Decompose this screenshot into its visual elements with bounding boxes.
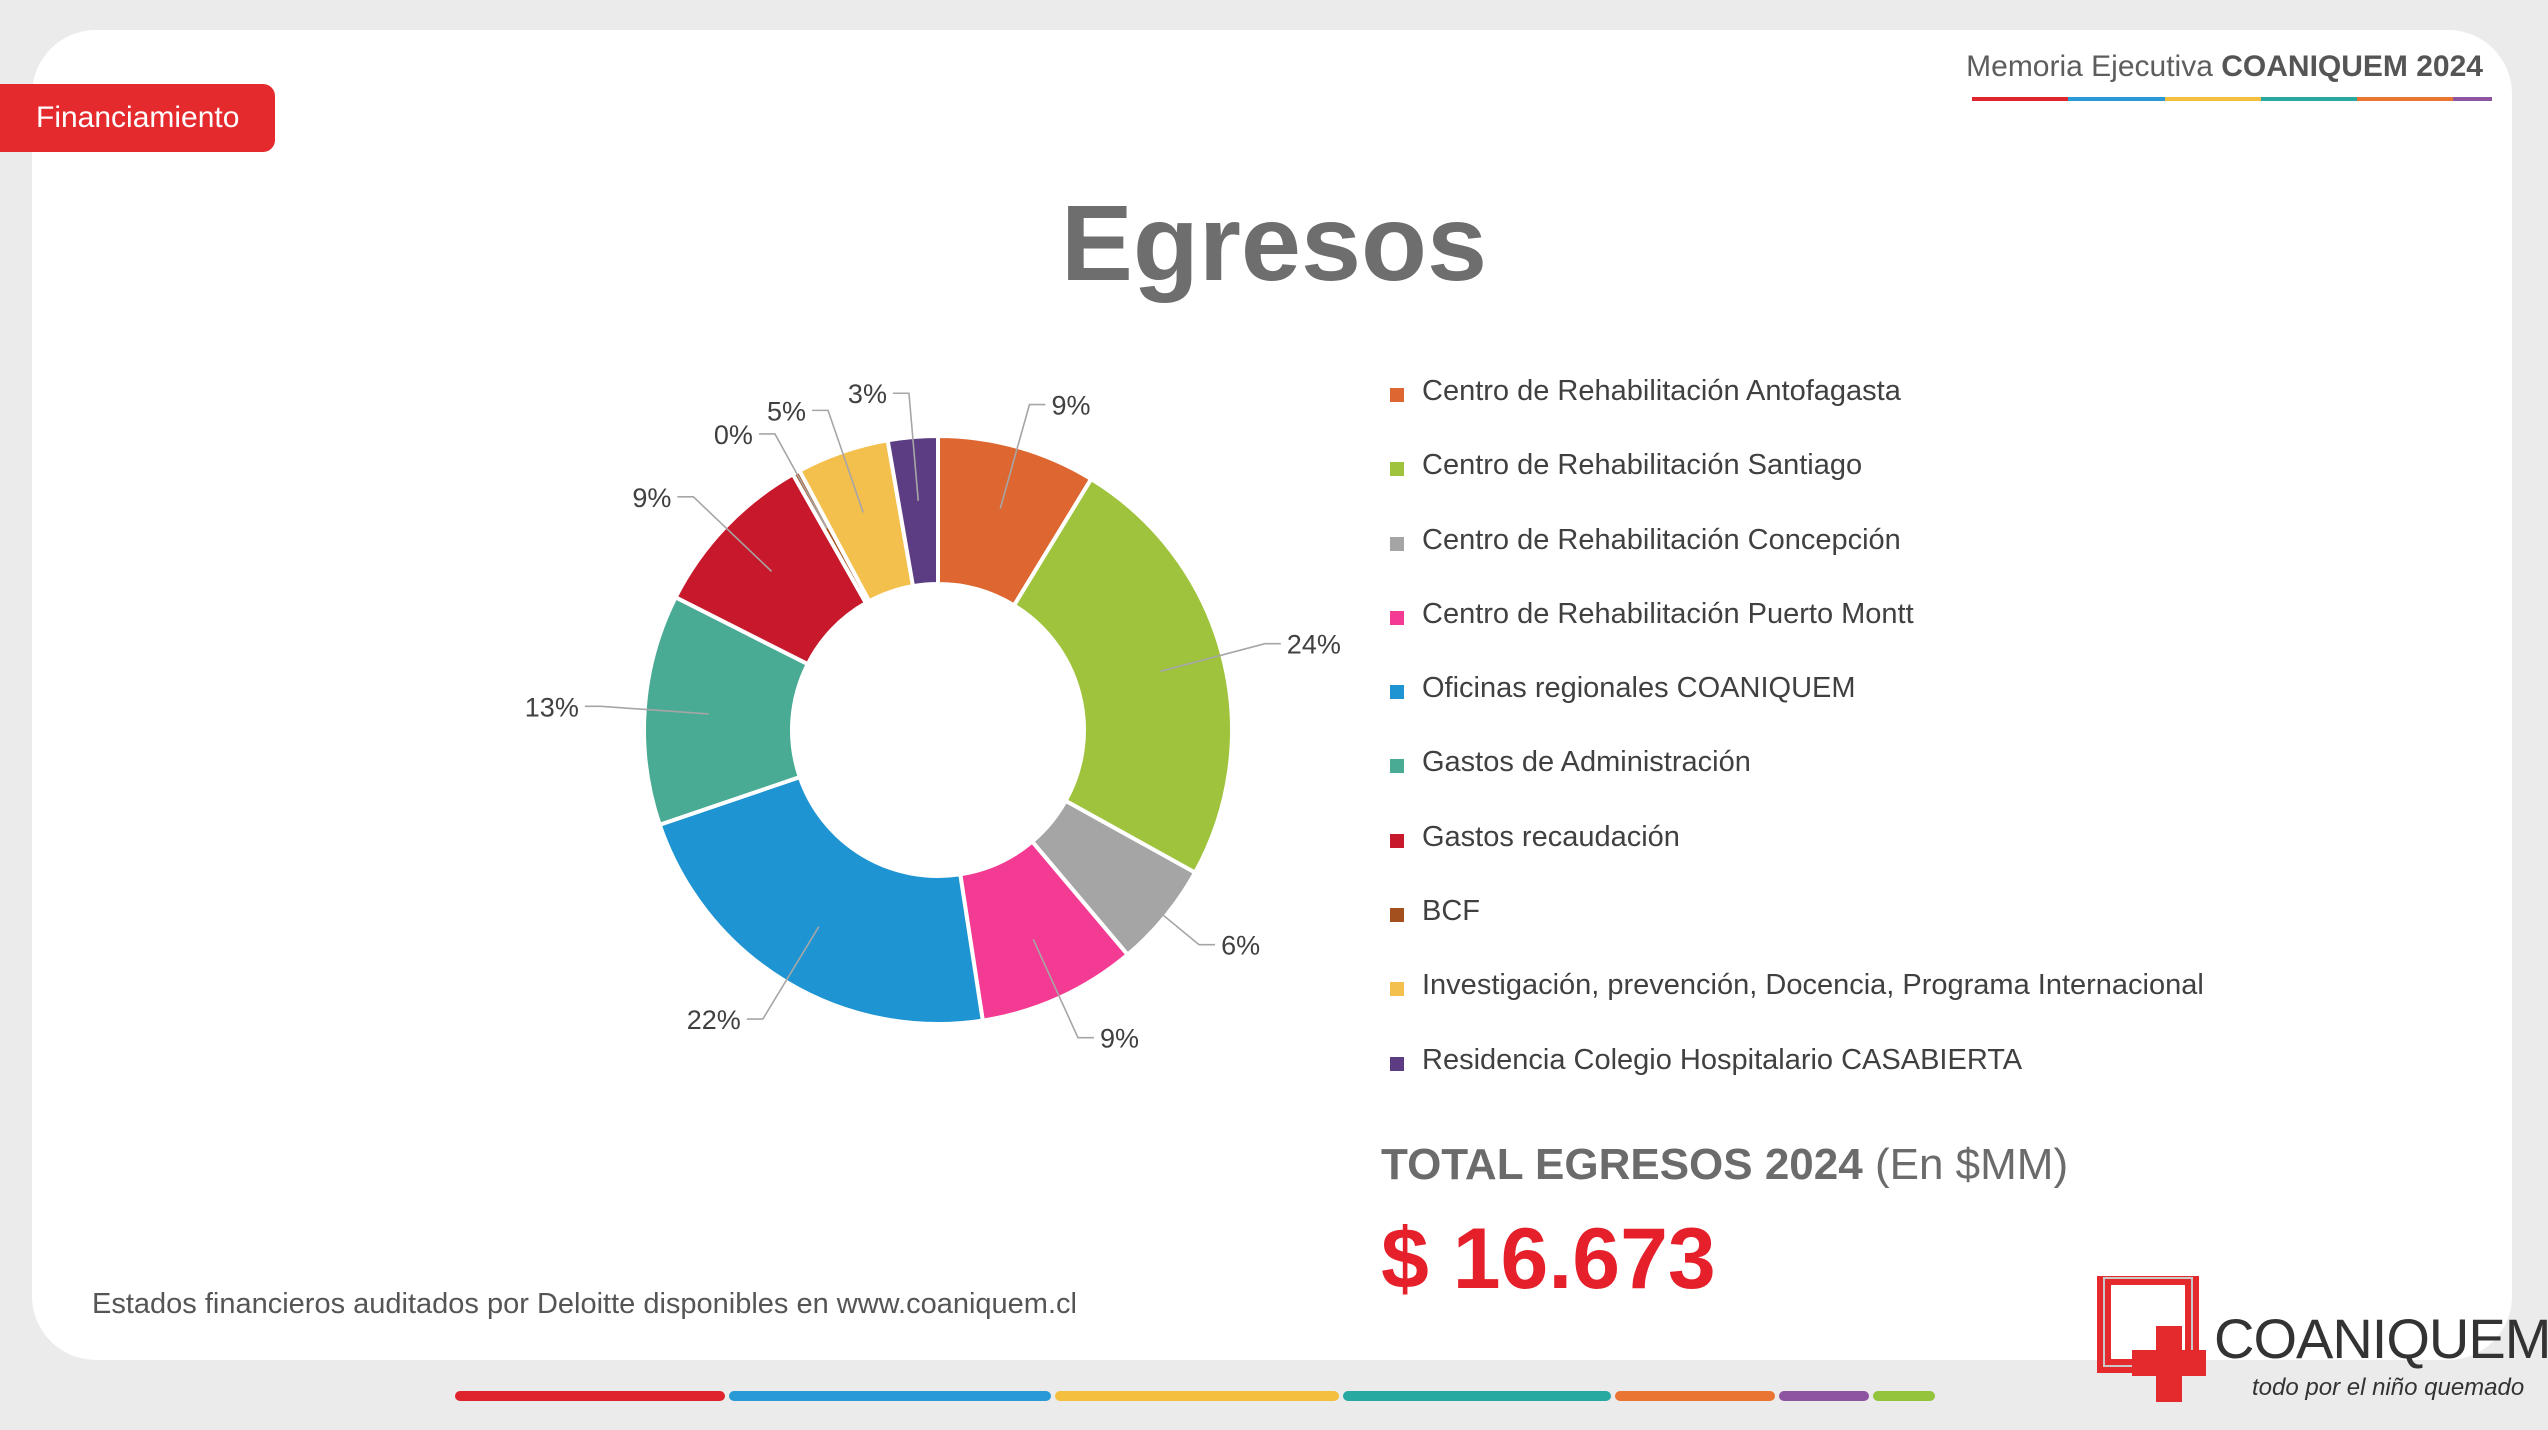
bottom-bar-segment [1343,1391,1611,1401]
legend-item: Centro de Rehabilitación Antofagasta [1390,375,2204,449]
header-color-line [1972,97,2492,101]
header-line-segment [2164,97,2261,101]
legend-swatch [1390,1056,1404,1071]
legend-item: Investigación, prevención, Docencia, Pro… [1390,969,2204,1043]
legend-swatch [1390,685,1404,700]
legend-swatch [1390,759,1404,774]
donut-slice [657,774,986,1026]
legend-item: Centro de Rehabilitación Santiago [1390,449,2204,523]
legend-label: Centro de Rehabilitación Antofagasta [1422,375,1901,407]
bottom-bar-segment [729,1391,1051,1401]
legend-label: Centro de Rehabilitación Concepción [1422,523,1901,556]
legend-swatch [1390,982,1404,997]
chart-legend: Centro de Rehabilitación Antofagasta Cent… [1390,375,2204,1118]
logo-wordmark: COANIQUEM [2214,1307,2548,1370]
slice-data-label: 0% [714,420,753,450]
slice-data-label: 9% [1051,391,1090,421]
total-unit: (En $MM) [1874,1140,2069,1189]
coaniquem-logo: COANIQUEM todo por el niño quemado [2096,1271,2548,1406]
header-line-segment [1972,97,2069,101]
logo-tagline: todo por el niño quemado [2252,1374,2525,1401]
slice-data-label: 9% [1100,1024,1139,1054]
legend-item: Centro de Rehabilitación Concepción [1390,524,2204,598]
legend-label: Residencia Colegio Hospitalario CASABIER… [1422,1043,2023,1076]
footer-note: Estados financieros auditados por Deloit… [92,1288,1077,1320]
slice-data-label: 9% [632,483,671,513]
legend-label: Gastos de Administración [1422,746,1751,779]
legend-item: Gastos de Administración [1390,746,2204,820]
legend-item: Gastos recaudación [1390,821,2204,895]
legend-swatch [1390,908,1404,923]
legend-item: Oficinas regionales COANIQUEM [1390,672,2204,746]
slice-data-label: 5% [767,396,806,426]
legend-swatch [1390,462,1404,477]
total-title: TOTAL EGRESOS 2024 (En $MM) [1381,1140,2068,1190]
legend-label: Oficinas regionales COANIQUEM [1422,672,1856,705]
total-label: TOTAL EGRESOS 2024 [1381,1140,1863,1189]
legend-label: BCF [1422,895,1480,928]
header-line-segment [2068,97,2165,101]
legend-item: BCF [1390,895,2204,969]
header-prefix: Memoria Ejecutiva [1966,50,2213,83]
bottom-bar-segment [1873,1391,1935,1401]
legend-label: Investigación, prevención, Docencia, Pro… [1422,969,2204,1002]
header-brand: COANIQUEM 2024 [2221,50,2483,83]
legend-item: Centro de Rehabilitación Puerto Montt [1390,598,2204,672]
header-line-segment [2260,97,2358,101]
slice-data-label: 6% [1221,931,1260,961]
bottom-bar-segment [455,1391,725,1401]
header-line-segment [2453,97,2492,101]
header-line-segment [2357,97,2454,101]
bottom-bar-segment [1779,1391,1869,1401]
legend-item: Residencia Colegio Hospitalario CASABIER… [1390,1044,2204,1118]
slice-data-label: 24% [1287,630,1341,660]
legend-swatch [1390,536,1404,551]
legend-label: Centro de Rehabilitación Santiago [1422,449,1863,482]
donut-chart: 9% 24% 6% 9% 22% 13% 9% 0% 5% 3% [525,379,1341,1054]
bottom-bar-segment [1055,1391,1339,1401]
legend-swatch [1390,610,1404,625]
slice-data-label: 13% [525,692,579,722]
legend-swatch [1390,833,1404,848]
logo-cross-icon [2097,1271,2206,1402]
slice-data-label: 3% [848,379,887,409]
legend-swatch [1390,388,1404,402]
bottom-bar-segment [1615,1391,1775,1401]
header-title: Memoria Ejecutiva COANIQUEM 2024 [1966,50,2483,84]
total-value: $ 16.673 [1381,1211,1716,1307]
legend-label: Centro de Rehabilitación Puerto Montt [1422,597,1914,630]
slice-data-label: 22% [687,1005,741,1035]
legend-label: Gastos recaudación [1422,820,1680,853]
